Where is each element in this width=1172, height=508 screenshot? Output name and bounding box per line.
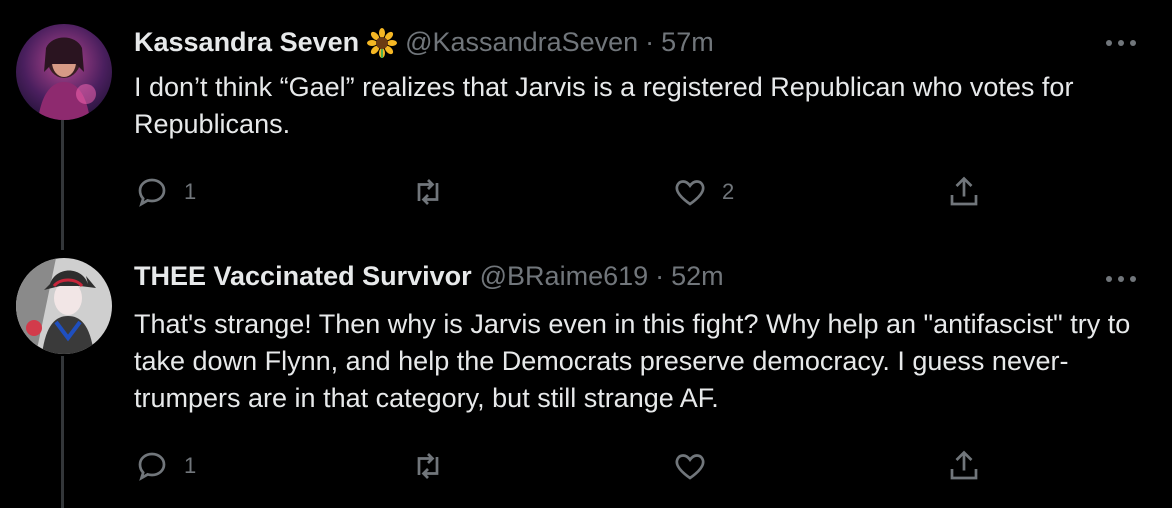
tweet[interactable]: THEE Vaccinated Survivor @BRaime619 · 52…: [0, 250, 1172, 508]
share-button[interactable]: [946, 174, 982, 210]
more-options-icon[interactable]: [1104, 38, 1138, 48]
avatar[interactable]: [16, 258, 112, 354]
display-name[interactable]: THEE Vaccinated Survivor: [134, 261, 472, 292]
timestamp[interactable]: 57m: [661, 27, 714, 58]
like-button[interactable]: [672, 448, 722, 484]
user-handle[interactable]: @KassandraSeven: [405, 27, 638, 58]
heart-icon: [675, 180, 705, 206]
user-handle[interactable]: @BRaime619: [480, 261, 649, 292]
tweet-actions: 1: [134, 448, 1034, 488]
reply-button[interactable]: 1: [134, 448, 196, 484]
share-icon: [950, 450, 978, 480]
retweet-icon: [417, 179, 439, 205]
reply-icon: [138, 452, 166, 481]
tweet-text: That's strange! Then why is Jarvis even …: [134, 309, 1131, 413]
tweet[interactable]: Kassandra Seven @KassandraSeven · 57m I …: [0, 0, 1172, 250]
like-button[interactable]: 2: [672, 174, 734, 210]
retweet-button[interactable]: [410, 448, 460, 484]
retweet-button[interactable]: [410, 174, 460, 210]
separator-dot: ·: [645, 27, 655, 57]
display-name[interactable]: Kassandra Seven: [134, 27, 359, 58]
retweet-icon: [417, 453, 439, 479]
separator-dot: ·: [655, 261, 665, 291]
avatar[interactable]: [16, 24, 112, 120]
reply-button[interactable]: 1: [134, 174, 196, 210]
share-icon: [950, 176, 978, 206]
tweet-text: I don’t think “Gael” realizes that Jarvi…: [134, 72, 1074, 139]
tweet-header: Kassandra Seven @KassandraSeven · 57m: [134, 27, 714, 58]
reply-count: 1: [184, 453, 197, 478]
reply-count: 1: [184, 179, 197, 204]
more-options-icon[interactable]: [1104, 274, 1138, 284]
share-button[interactable]: [946, 448, 982, 484]
heart-icon: [675, 454, 705, 480]
tweet-actions: 1 2: [134, 174, 1034, 214]
timestamp[interactable]: 52m: [671, 261, 724, 292]
tweet-header: THEE Vaccinated Survivor @BRaime619 · 52…: [134, 261, 724, 292]
reply-icon: [138, 178, 166, 207]
like-count: 2: [722, 179, 735, 204]
sunflower-emoji-icon: [367, 27, 398, 58]
